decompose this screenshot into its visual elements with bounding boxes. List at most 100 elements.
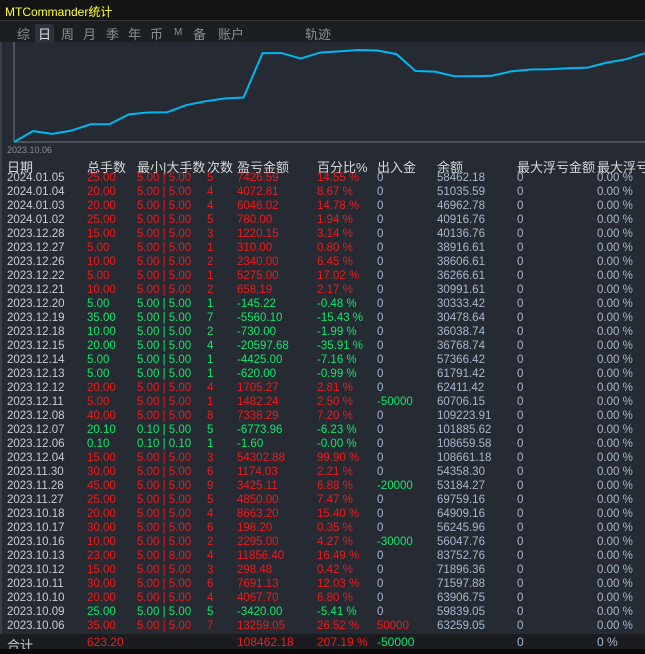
cell-balance: 51035.59 bbox=[437, 186, 485, 198]
cell-count: 5 bbox=[207, 606, 214, 618]
table-row[interactable]: 2023.10.11 30.00 5.00 | 5.00 6 7691.13 12.03 … bbox=[0, 578, 645, 592]
table-row[interactable]: 2023.12.11 5.00 5.00 | 5.00 1 1482.24 2.50 % -… bbox=[0, 396, 645, 410]
table-row[interactable]: 2023.12.20 5.00 5.00 | 5.00 1 -145.22 -0.48 %… bbox=[0, 298, 645, 312]
cell-pnl: 1174.03 bbox=[237, 466, 278, 478]
cell-pct: 14.78 % bbox=[317, 200, 360, 212]
table-row[interactable]: 2023.11.28 45.00 5.00 | 5.00 9 3425.11 6.88 %… bbox=[0, 480, 645, 494]
table-row[interactable]: 2023.11.30 30.00 5.00 | 5.00 6 1174.03 2.21 %… bbox=[0, 466, 645, 480]
table-row[interactable]: 2024.01.03 20.00 5.00 | 5.00 4 6046.02 14.78 … bbox=[0, 200, 645, 214]
table-row[interactable]: 2023.12.18 10.00 5.00 | 5.00 2 -730.00 -1.99 … bbox=[0, 326, 645, 340]
table-row[interactable]: 2023.12.12 20.00 5.00 | 5.00 4 1705.27 2.81 %… bbox=[0, 382, 645, 396]
table-row[interactable]: 2023.10.10 20.00 5.00 | 5.00 4 4067.70 6.80 %… bbox=[0, 592, 645, 606]
table-row[interactable]: 2023.12.15 20.00 5.00 | 5.00 4 -20597.68 -35.… bbox=[0, 340, 645, 354]
equity-chart: 2023.10.06 bbox=[7, 42, 645, 155]
cell-max-float: 0 bbox=[517, 298, 524, 310]
tab-1[interactable]: 日 bbox=[35, 24, 55, 43]
cell-pct: 99.90 % bbox=[317, 452, 360, 464]
table-row[interactable]: 2023.12.04 15.00 5.00 | 5.00 3 54302.88 99.90… bbox=[0, 452, 645, 466]
table-row[interactable]: 2023.10.18 20.00 5.00 | 5.00 4 8663.20 15.40 … bbox=[0, 508, 645, 522]
tab-10[interactable]: 轨迹 bbox=[305, 24, 331, 43]
cell-balance: 30478.64 bbox=[437, 312, 485, 324]
table-row[interactable]: 2023.12.06 0.10 0.10 | 0.10 1 -1.60 -0.00 % 0 1… bbox=[0, 438, 645, 452]
table-row[interactable]: 2023.10.17 30.00 5.00 | 5.00 6 198.20 0.35 % 0… bbox=[0, 522, 645, 536]
table-row[interactable]: 2023.12.21 10.00 5.00 | 5.00 2 658.19 2.17 % 0… bbox=[0, 284, 645, 298]
table-row[interactable]: 2023.12.28 15.00 5.00 | 5.00 3 1220.15 3.14 %… bbox=[0, 228, 645, 242]
table-row[interactable]: 2023.10.16 10.00 5.00 | 5.00 2 2295.00 4.27 %… bbox=[0, 536, 645, 550]
cell-balance: 71896.36 bbox=[437, 564, 485, 576]
tab-7[interactable]: M bbox=[174, 27, 182, 38]
cell-max-float-pct: 0.00 % bbox=[597, 228, 633, 240]
cell-min-max-lots: 5.00 | 5.00 bbox=[137, 242, 192, 254]
total-maxfloat-pct: 0 % bbox=[597, 635, 618, 649]
cell-max-float-pct: 0.00 % bbox=[597, 284, 633, 296]
table-row[interactable]: 2024.01.05 25.00 5.00 | 5.00 5 7426.59 14.55 … bbox=[0, 172, 645, 186]
cell-pnl: 7338.29 bbox=[237, 410, 279, 422]
cell-date: 2023.10.11 bbox=[7, 578, 64, 590]
tab-6[interactable]: 币 bbox=[150, 24, 163, 43]
cell-date: 2023.12.12 bbox=[7, 382, 65, 394]
table-row[interactable]: 2023.10.09 25.00 5.00 | 5.00 5 -3420.00 -5.41… bbox=[0, 606, 645, 620]
cell-max-float-pct: 0.00 % bbox=[597, 270, 633, 282]
cell-balance: 108661.18 bbox=[437, 452, 492, 464]
table-row[interactable]: 2023.12.27 5.00 5.00 | 5.00 1 310.00 0.80 % 0 3… bbox=[0, 242, 645, 256]
cell-date: 2023.12.27 bbox=[7, 242, 65, 254]
table-row[interactable]: 2023.11.27 25.00 5.00 | 5.00 5 4850.00 7.47 %… bbox=[0, 494, 645, 508]
cell-balance: 59839.05 bbox=[437, 606, 485, 618]
cell-max-float: 0 bbox=[517, 508, 524, 520]
cell-inout: 0 bbox=[377, 270, 384, 282]
cell-inout: 0 bbox=[377, 242, 384, 254]
table-row[interactable]: 2024.01.04 20.00 5.00 | 5.00 4 4072.81 8.67 %… bbox=[0, 186, 645, 200]
tab-9[interactable]: 账户 bbox=[218, 24, 244, 43]
table-row[interactable]: 2023.12.14 5.00 5.00 | 5.00 1 -4425.00 -7.16 … bbox=[0, 354, 645, 368]
cell-max-float: 0 bbox=[517, 214, 524, 226]
cell-count: 4 bbox=[207, 200, 214, 212]
table-row[interactable]: 2023.10.12 15.00 5.00 | 5.00 3 298.48 0.42 % 0… bbox=[0, 564, 645, 578]
total-pnl: 108462.18 bbox=[237, 635, 294, 649]
cell-date: 2023.12.13 bbox=[7, 368, 65, 380]
table-row[interactable]: 2023.12.08 40.00 5.00 | 5.00 8 7338.29 7.20 %… bbox=[0, 410, 645, 424]
table-row[interactable]: 2023.12.22 5.00 5.00 | 5.00 1 5275.00 17.02 %… bbox=[0, 270, 645, 284]
cell-max-float: 0 bbox=[517, 326, 524, 338]
cell-balance: 83752.76 bbox=[437, 550, 485, 562]
cell-pct: 6.88 % bbox=[317, 480, 353, 492]
cell-inout: 50000 bbox=[377, 620, 409, 632]
table-row[interactable]: 2023.12.13 5.00 5.00 | 5.00 1 -620.00 -0.99 %… bbox=[0, 368, 645, 382]
cell-pct: 0.80 % bbox=[317, 242, 353, 254]
cell-pct: -15.43 % bbox=[317, 312, 364, 324]
tab-5[interactable]: 年 bbox=[128, 24, 141, 43]
cell-min-max-lots: 5.00 | 5.00 bbox=[137, 452, 192, 464]
tab-3[interactable]: 月 bbox=[83, 24, 96, 43]
table-row[interactable]: 2023.10.13 23.00 5.00 | 8.00 4 11856.40 16.49… bbox=[0, 550, 645, 564]
table-row[interactable]: 2023.12.26 10.00 5.00 | 5.00 2 2340.00 6.45 %… bbox=[0, 256, 645, 270]
cell-pct: 15.40 % bbox=[317, 508, 360, 520]
tab-4[interactable]: 季 bbox=[106, 24, 119, 43]
cell-max-float: 0 bbox=[517, 200, 524, 212]
cell-lots: 20.00 bbox=[87, 200, 116, 212]
cell-max-float-pct: 0.00 % bbox=[597, 214, 633, 226]
cell-min-max-lots: 5.00 | 5.00 bbox=[137, 536, 192, 548]
cell-pnl: 658.19 bbox=[237, 284, 273, 296]
cell-min-max-lots: 5.00 | 5.00 bbox=[137, 466, 192, 478]
cell-lots: 20.00 bbox=[87, 592, 116, 604]
cell-balance: 38606.61 bbox=[437, 256, 485, 268]
tab-0[interactable]: 综 bbox=[17, 24, 30, 43]
cell-max-float: 0 bbox=[517, 606, 524, 618]
cell-max-float-pct: 0.00 % bbox=[597, 578, 633, 590]
table-row[interactable]: 2023.10.06 35.00 5.00 | 5.00 7 13259.05 26.52… bbox=[0, 620, 645, 634]
tab-2[interactable]: 周 bbox=[61, 24, 74, 43]
cell-balance: 53184.27 bbox=[437, 480, 485, 492]
cell-lots: 10.00 bbox=[87, 284, 116, 296]
cell-inout: 0 bbox=[377, 298, 384, 310]
cell-pct: 2.21 % bbox=[317, 466, 353, 478]
tab-8[interactable]: 备 bbox=[193, 24, 206, 43]
cell-balance: 64909.16 bbox=[437, 508, 485, 520]
cell-max-float-pct: 0.00 % bbox=[597, 550, 633, 562]
bottom-strip bbox=[0, 649, 645, 654]
table-row[interactable]: 2023.12.19 35.00 5.00 | 5.00 7 -5560.10 -15.4… bbox=[0, 312, 645, 326]
cell-pct: 7.47 % bbox=[317, 494, 353, 506]
cell-inout: 0 bbox=[377, 578, 384, 590]
table-row[interactable]: 2023.12.07 20.10 0.10 | 5.00 5 -6773.96 -6.23… bbox=[0, 424, 645, 438]
cell-max-float: 0 bbox=[517, 438, 524, 450]
cell-max-float: 0 bbox=[517, 340, 524, 352]
table-row[interactable]: 2024.01.02 25.00 5.00 | 5.00 5 780.00 1.94 % 0… bbox=[0, 214, 645, 228]
